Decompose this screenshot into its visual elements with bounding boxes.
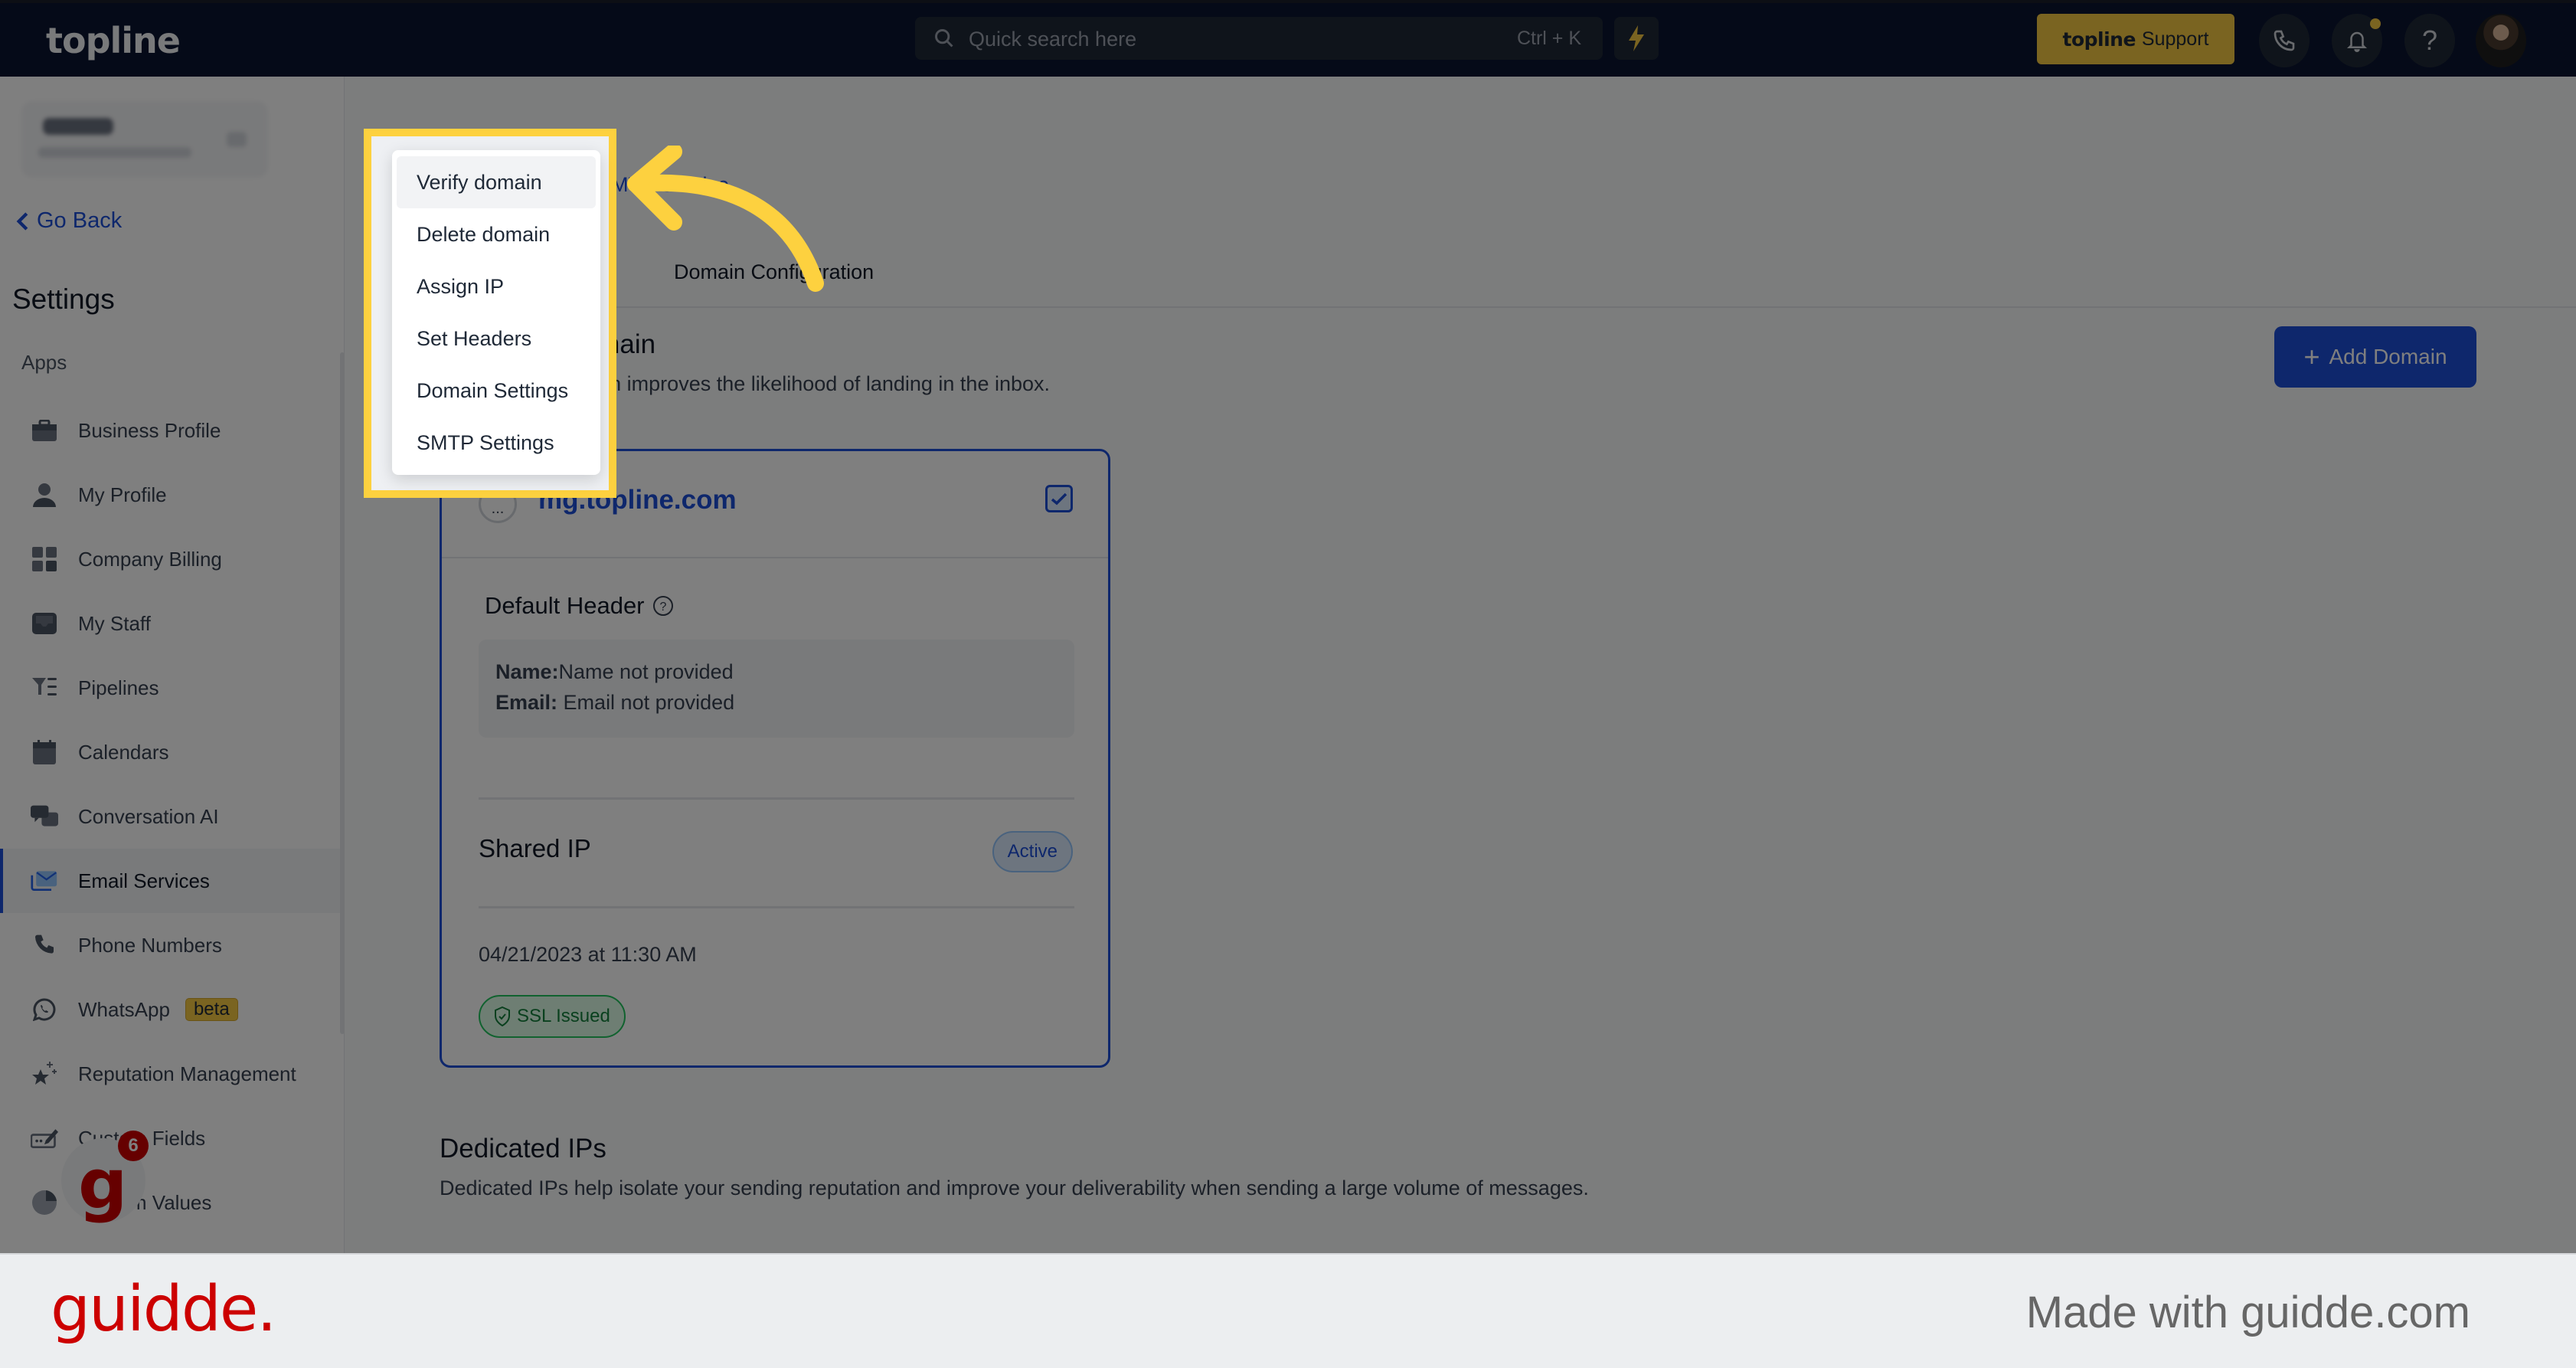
domain-actions-menu: Verify domain Delete domain Assign IP Se…: [392, 150, 600, 475]
menu-item-verify-domain[interactable]: Verify domain: [397, 156, 596, 208]
menu-item-delete-domain[interactable]: Delete domain: [397, 208, 596, 260]
menu-item-assign-ip[interactable]: Assign IP: [397, 260, 596, 313]
menu-item-set-headers[interactable]: Set Headers: [397, 313, 596, 365]
guidde-logo: guidde.: [51, 1273, 276, 1346]
menu-item-smtp-settings[interactable]: SMTP Settings: [397, 417, 596, 469]
guidde-footer: guidde. Made with guidde.com: [0, 1253, 2576, 1368]
pointer-arrow-icon: [627, 146, 824, 292]
menu-item-domain-settings[interactable]: Domain Settings: [397, 365, 596, 417]
made-with-text: Made with guidde.com: [2025, 1288, 2470, 1337]
